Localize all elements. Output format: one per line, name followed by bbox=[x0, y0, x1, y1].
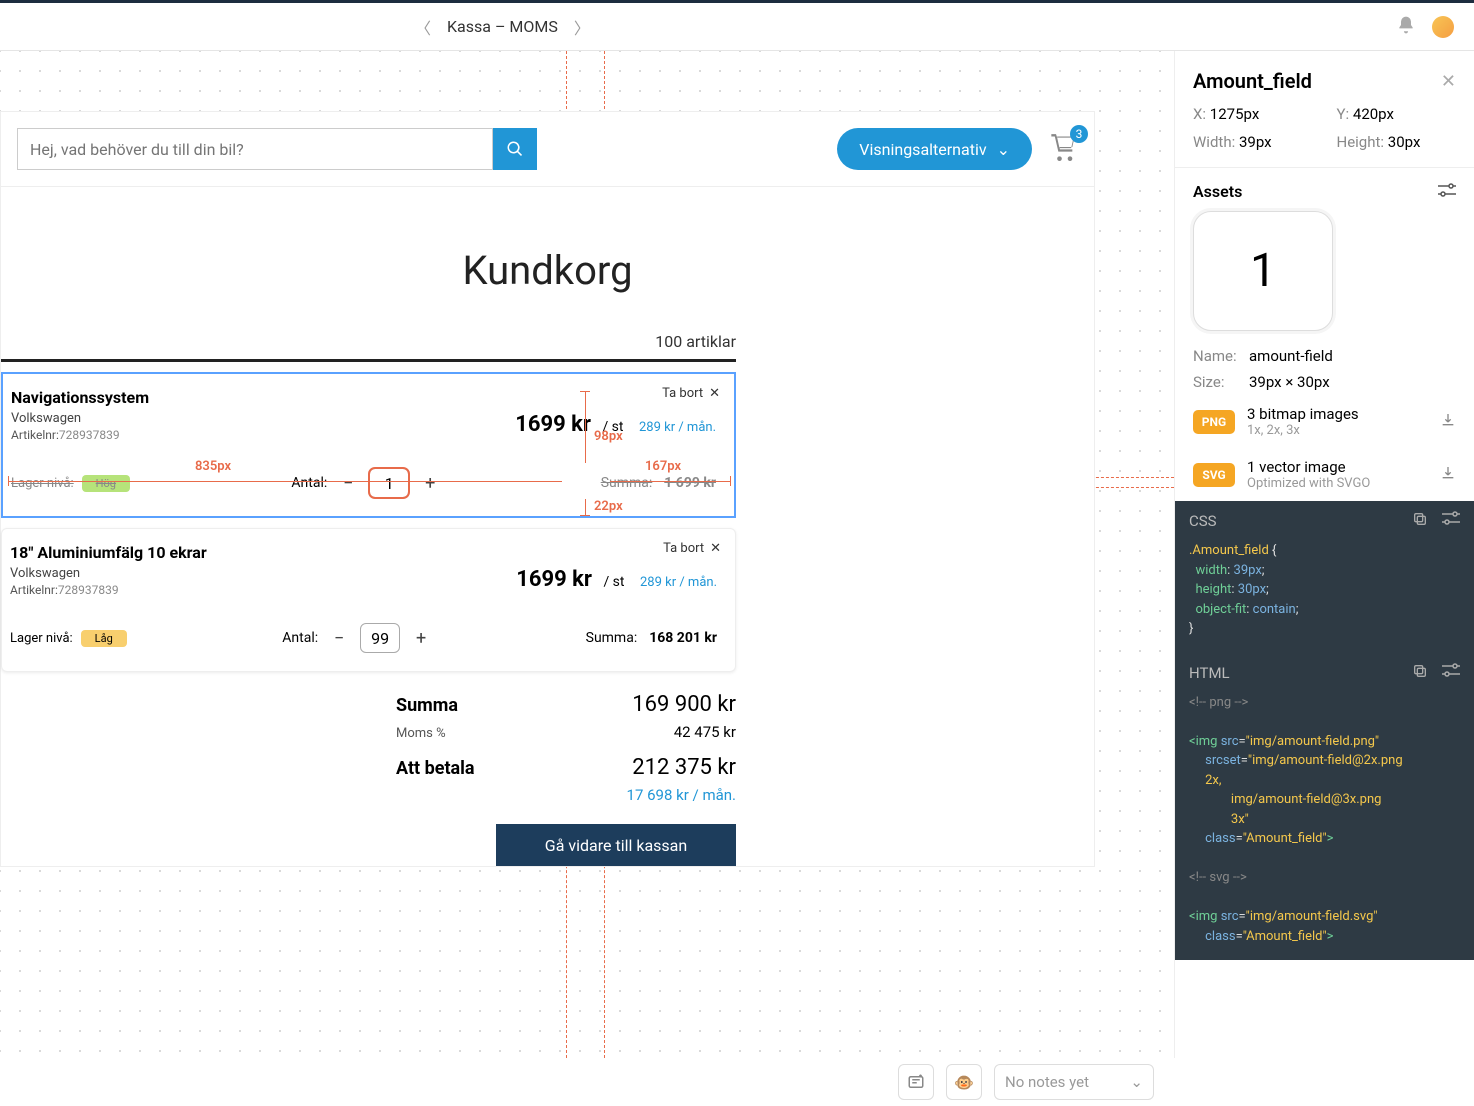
add-note-button[interactable] bbox=[898, 1064, 934, 1100]
moms-value: 42 475 kr bbox=[596, 723, 736, 741]
notes-placeholder: No notes yet bbox=[1005, 1073, 1089, 1091]
metric-width: 39px bbox=[1239, 133, 1272, 151]
qty-increase-button[interactable]: + bbox=[412, 628, 430, 649]
article-count: 100 artiklar bbox=[1, 324, 736, 362]
next-screen-button[interactable]: 〉 bbox=[574, 15, 590, 39]
item-name: 18" Aluminiumfälg 10 ekrar bbox=[10, 543, 717, 562]
search-input[interactable] bbox=[17, 128, 493, 170]
html-panel-label: HTML bbox=[1189, 664, 1230, 682]
cart-item[interactable]: Ta bort ✕ 18" Aluminiumfälg 10 ekrar Vol… bbox=[1, 528, 736, 672]
assets-settings-icon[interactable] bbox=[1438, 182, 1456, 201]
item-sum: Summa: 168 201 kr bbox=[586, 630, 717, 646]
stock-level: Lager nivå: Låg bbox=[10, 630, 127, 647]
download-svg-button[interactable] bbox=[1440, 465, 1456, 485]
html-panel: HTML <!-- png --> <img src="img/amount-f… bbox=[1175, 653, 1474, 961]
qty-decrease-button[interactable]: − bbox=[330, 628, 348, 649]
design-canvas[interactable]: Visningsalternativ ⌄ 3 Kundkorg 100 arti… bbox=[0, 51, 1174, 1058]
html-settings-button[interactable] bbox=[1442, 663, 1460, 683]
search-box bbox=[17, 128, 537, 170]
view-options-label: Visningsalternativ bbox=[859, 140, 986, 159]
qty-label: Antal: bbox=[291, 475, 327, 491]
asset-row-svg: SVG 1 vector image Optimized with SVGO bbox=[1175, 448, 1474, 501]
zeplin-logo-icon[interactable] bbox=[1432, 16, 1454, 38]
assets-heading: Assets bbox=[1193, 182, 1242, 201]
css-panel: CSS .Amount_field { width: 39px; height:… bbox=[1175, 501, 1474, 653]
sum-label: Summa bbox=[396, 695, 516, 716]
qty-decrease-button[interactable]: − bbox=[339, 473, 357, 494]
chevron-down-icon: ⌄ bbox=[1130, 1073, 1143, 1091]
monkey-icon[interactable]: 🐵 bbox=[946, 1064, 982, 1100]
amount-field[interactable] bbox=[360, 623, 400, 653]
metric-x: 1275px bbox=[1210, 105, 1259, 123]
close-icon: ✕ bbox=[709, 386, 720, 401]
stock-level: Lager nivå: Hög bbox=[11, 475, 130, 492]
svg-badge: SVG bbox=[1193, 463, 1235, 487]
metric-height: 30px bbox=[1388, 133, 1421, 151]
item-price: 1699 kr / st 289 kr / mån. bbox=[515, 412, 716, 437]
sum-value: 169 900 kr bbox=[596, 692, 736, 717]
prev-screen-button[interactable]: 〈 bbox=[415, 15, 431, 39]
asset-thumbnail[interactable]: 1 bbox=[1193, 211, 1333, 331]
search-icon bbox=[506, 140, 524, 158]
html-code[interactable]: <!-- png --> <img src="img/amount-field.… bbox=[1175, 693, 1474, 961]
pay-value: 212 375 kr bbox=[596, 755, 736, 780]
totals: Summa 169 900 kr Moms % 42 475 kr Att be… bbox=[1, 672, 736, 866]
cart-badge: 3 bbox=[1070, 125, 1088, 143]
bottom-bar: 🐵 No notes yet ⌄ bbox=[0, 1058, 1474, 1106]
inspector-panel: Amount_field ✕ X: 1275px Y: 420px Width:… bbox=[1174, 51, 1474, 1058]
remove-label: Ta bort bbox=[662, 386, 703, 401]
search-button[interactable] bbox=[493, 128, 537, 170]
stock-pill-low: Låg bbox=[81, 630, 127, 647]
css-code[interactable]: .Amount_field { width: 39px; height: 30p… bbox=[1175, 541, 1474, 653]
screen-title: Kassa – MOMS bbox=[447, 17, 558, 36]
selected-layer-name: Amount_field bbox=[1193, 69, 1312, 93]
item-sum: Summa: 1 699 kr bbox=[601, 475, 716, 491]
asset-size: 39px × 30px bbox=[1249, 373, 1330, 391]
copy-css-button[interactable] bbox=[1412, 511, 1428, 531]
notifications-icon[interactable] bbox=[1396, 15, 1416, 39]
artboard: Visningsalternativ ⌄ 3 Kundkorg 100 arti… bbox=[0, 111, 1095, 867]
download-png-button[interactable] bbox=[1440, 412, 1456, 432]
item-name: Navigationssystem bbox=[11, 388, 716, 407]
pay-monthly: 17 698 kr / mån. bbox=[596, 786, 736, 804]
asset-row-png: PNG 3 bitmap images 1x, 2x, 3x bbox=[1175, 395, 1474, 448]
cart-button[interactable]: 3 bbox=[1048, 133, 1078, 165]
page-title: Kundkorg bbox=[1, 187, 1094, 324]
notes-dropdown[interactable]: No notes yet ⌄ bbox=[994, 1064, 1154, 1100]
checkout-button[interactable]: Gå vidare till kassan bbox=[496, 824, 736, 866]
copy-html-button[interactable] bbox=[1412, 663, 1428, 683]
amount-field[interactable] bbox=[369, 468, 409, 498]
css-panel-label: CSS bbox=[1189, 512, 1217, 530]
qty-increase-button[interactable]: + bbox=[421, 473, 439, 494]
close-inspector-button[interactable]: ✕ bbox=[1441, 71, 1456, 92]
stock-pill-high: Hög bbox=[82, 475, 130, 492]
close-icon: ✕ bbox=[710, 541, 721, 556]
cart-item[interactable]: Ta bort ✕ Navigationssystem Volkswagen A… bbox=[1, 372, 736, 518]
view-options-dropdown[interactable]: Visningsalternativ ⌄ bbox=[837, 128, 1032, 170]
remove-label: Ta bort bbox=[663, 541, 704, 556]
asset-name: amount-field bbox=[1249, 347, 1333, 365]
remove-item-button[interactable]: Ta bort ✕ bbox=[662, 386, 720, 401]
item-price: 1699 kr / st 289 kr / mån. bbox=[516, 567, 717, 592]
remove-item-button[interactable]: Ta bort ✕ bbox=[663, 541, 721, 556]
qty-label: Antal: bbox=[282, 630, 318, 646]
topbar: 〈 Kassa – MOMS 〉 bbox=[0, 0, 1474, 50]
png-badge: PNG bbox=[1193, 410, 1235, 434]
css-settings-button[interactable] bbox=[1442, 511, 1460, 531]
moms-label: Moms % bbox=[396, 726, 516, 741]
chevron-down-icon: ⌄ bbox=[997, 140, 1010, 159]
metric-y: 420px bbox=[1353, 105, 1394, 123]
pay-label: Att betala bbox=[396, 758, 516, 779]
